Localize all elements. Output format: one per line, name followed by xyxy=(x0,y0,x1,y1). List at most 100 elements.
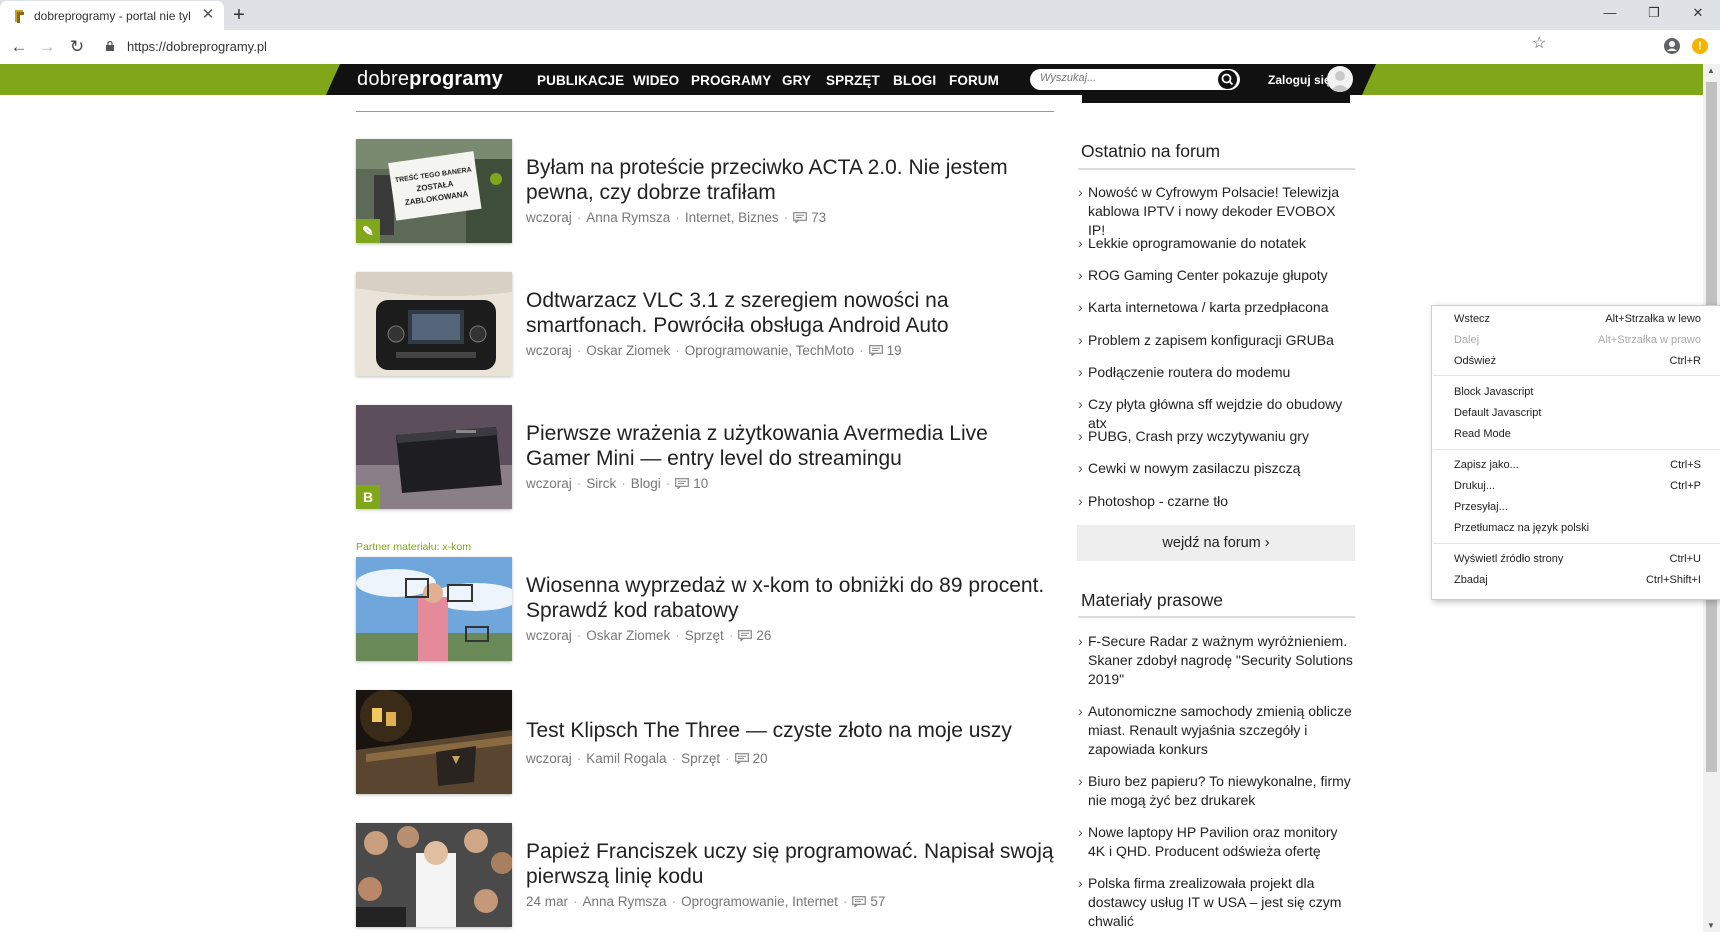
press-item[interactable]: › Biuro bez papieru? To niewykonalne, fir… xyxy=(1078,772,1356,810)
scroll-up-arrow-icon[interactable]: ▲ xyxy=(1707,66,1715,75)
press-item[interactable]: › Autonomiczne samochody zmienią oblicze … xyxy=(1078,702,1356,759)
ctx-item-block-javascript[interactable]: Block Javascript xyxy=(1432,382,1720,402)
article-item[interactable]: B Pierwsze wrażenia z użytkowania Averme… xyxy=(356,405,1056,511)
comment-count[interactable]: 20 xyxy=(753,751,768,766)
partner-label: Partner materiału: x-kom xyxy=(356,541,471,553)
article-category[interactable]: Internet, Biznes xyxy=(685,210,779,225)
article-thumbnail[interactable] xyxy=(356,823,512,927)
article-author[interactable]: Kamil Rogala xyxy=(586,751,666,766)
comment-count[interactable]: 73 xyxy=(811,210,826,225)
forum-item[interactable]: › Lekkie oprogramowanie do notatek xyxy=(1078,234,1356,253)
reload-icon[interactable]: ↻ xyxy=(66,36,88,58)
back-arrow-icon[interactable]: ← xyxy=(8,36,30,58)
ctx-item-print[interactable]: Drukuj... Ctrl+P xyxy=(1432,476,1720,496)
forum-item[interactable]: › Nowość w Cyfrowym Polsacie! Telewizja k… xyxy=(1078,183,1356,240)
site-logo[interactable]: dobreprogramy xyxy=(357,68,503,91)
forum-item[interactable]: › Problem z zapisem konfiguracji GRUBa xyxy=(1078,331,1356,350)
browser-tab[interactable]: dobreprogramy - portal nie tylko o progr… xyxy=(0,1,224,30)
ctx-item-default-javascript[interactable]: Default Javascript xyxy=(1432,403,1720,423)
forum-button[interactable]: wejdź na forum › xyxy=(1077,525,1355,561)
article-item[interactable]: Papież Franciszek uczy się programować. … xyxy=(356,823,1056,929)
ctx-item-back[interactable]: Wstecz Alt+Strzałka w lewo xyxy=(1432,309,1720,329)
minimize-button[interactable]: — xyxy=(1588,0,1632,28)
window-close-button[interactable]: ✕ xyxy=(1676,0,1720,28)
ctx-item-save-as[interactable]: Zapisz jako... Ctrl+S xyxy=(1432,455,1720,475)
article-item[interactable]: Wiosenna wyprzedaż w x-kom to obniżki do… xyxy=(356,557,1056,663)
forum-item[interactable]: › Photoshop - czarne tło xyxy=(1078,492,1356,511)
forum-item[interactable]: › Podłączenie routera do modemu xyxy=(1078,363,1356,382)
article-title[interactable]: Papież Franciszek uczy się programować. … xyxy=(526,839,1056,889)
article-thumbnail[interactable] xyxy=(356,557,512,661)
nav-wideo[interactable]: WIDEO xyxy=(633,73,679,88)
ctx-item-reload[interactable]: Odśwież Ctrl+R xyxy=(1432,351,1720,371)
article-category[interactable]: Blogi xyxy=(631,476,661,491)
article-item[interactable]: Test Klipsch The Three — czyste złoto na… xyxy=(356,690,1056,796)
article-title[interactable]: Byłam na proteście przeciwko ACTA 2.0. N… xyxy=(526,155,1056,205)
press-heading-underline xyxy=(1078,616,1355,618)
tab-close-icon[interactable]: ✕ xyxy=(200,7,216,23)
maximize-button[interactable]: ❐ xyxy=(1632,0,1676,28)
forward-arrow-icon[interactable]: → xyxy=(36,36,58,58)
chevron-right-icon: › xyxy=(1078,824,1083,840)
comment-count[interactable]: 19 xyxy=(887,343,902,358)
article-title[interactable]: Pierwsze wrażenia z użytkowania Avermedi… xyxy=(526,421,1056,471)
nav-forum[interactable]: FORUM xyxy=(949,73,999,88)
article-category[interactable]: Sprzęt xyxy=(681,751,720,766)
ctx-item-translate[interactable]: Przetłumacz na język polski xyxy=(1432,518,1720,538)
ctx-label: Wyświetl źródło strony xyxy=(1454,553,1564,565)
article-thumbnail[interactable] xyxy=(356,690,512,794)
article-author[interactable]: Sirck xyxy=(586,476,616,491)
address-bar[interactable]: https://dobreprogramy.pl xyxy=(96,34,1648,60)
chevron-right-icon: › xyxy=(1078,396,1083,412)
bookmark-star-icon[interactable]: ☆ xyxy=(1532,33,1546,53)
nav-blogi[interactable]: BLOGI xyxy=(893,73,936,88)
extension-icon[interactable]: ! xyxy=(1692,38,1708,54)
press-item[interactable]: › Polska firma zrealizowała projekt dla d… xyxy=(1078,874,1356,931)
ctx-shortcut: Ctrl+U xyxy=(1669,553,1701,565)
search-input[interactable] xyxy=(1040,72,1210,84)
article-item[interactable]: Odtwarzacz VLC 3.1 z szeregiem nowości n… xyxy=(356,272,1056,378)
logo-light: dobre xyxy=(357,68,410,90)
forum-item[interactable]: › ROG Gaming Center pokazuje głupoty xyxy=(1078,266,1356,285)
ctx-item-inspect[interactable]: Zbadaj Ctrl+Shift+I xyxy=(1432,570,1720,590)
article-thumbnail[interactable]: B xyxy=(356,405,512,509)
article-thumbnail[interactable] xyxy=(356,272,512,376)
lock-icon xyxy=(106,41,114,51)
forum-item[interactable]: › Cewki w nowym zasilaczu piszczą xyxy=(1078,459,1356,478)
article-title[interactable]: Odtwarzacz VLC 3.1 z szeregiem nowości n… xyxy=(526,288,1056,338)
ctx-item-view-source[interactable]: Wyświetl źródło strony Ctrl+U xyxy=(1432,549,1720,569)
press-item[interactable]: › Nowe laptopy HP Pavilion oraz monitory … xyxy=(1078,823,1356,861)
login-link[interactable]: Zaloguj się xyxy=(1268,73,1331,87)
avatar[interactable] xyxy=(1327,66,1353,92)
ctx-item-cast[interactable]: Przesyłaj... xyxy=(1432,497,1720,517)
press-item[interactable]: › F-Secure Radar z ważnym wyróżnieniem. S… xyxy=(1078,632,1356,689)
nav-programy[interactable]: PROGRAMY xyxy=(691,73,771,88)
search-button[interactable] xyxy=(1218,70,1237,89)
new-tab-button[interactable]: + xyxy=(228,4,250,26)
nav-sprzet[interactable]: SPRZĘT xyxy=(826,73,880,88)
article-author[interactable]: Oskar Ziomek xyxy=(586,343,670,358)
comment-count[interactable]: 57 xyxy=(870,894,885,909)
article-author[interactable]: Anna Rymsza xyxy=(583,894,667,909)
comment-count[interactable]: 26 xyxy=(756,628,771,643)
comment-count[interactable]: 10 xyxy=(693,476,708,491)
forum-item[interactable]: › PUBG, Crash przy wczytywaniu gry xyxy=(1078,427,1356,446)
article-thumbnail[interactable]: TREŚĆ TEGO BANERA ZOSTAŁA ZABLOKOWANA ✎ xyxy=(356,139,512,243)
article-title[interactable]: Test Klipsch The Three — czyste złoto na… xyxy=(526,718,1056,743)
forum-item[interactable]: › Karta internetowa / karta przedpłacona xyxy=(1078,298,1356,317)
nav-gry[interactable]: GRY xyxy=(782,73,811,88)
ctx-item-read-mode[interactable]: Read Mode xyxy=(1432,424,1720,444)
ctx-label: Zbadaj xyxy=(1454,574,1488,586)
article-category[interactable]: Oprogramowanie, Internet xyxy=(681,894,838,909)
nav-publikacje[interactable]: PUBLIKACJE xyxy=(537,73,624,88)
article-author[interactable]: Oskar Ziomek xyxy=(586,628,670,643)
scroll-down-arrow-icon[interactable]: ▼ xyxy=(1707,921,1715,930)
article-category[interactable]: Oprogramowanie, TechMoto xyxy=(685,343,854,358)
article-item[interactable]: TREŚĆ TEGO BANERA ZOSTAŁA ZABLOKOWANA ✎ … xyxy=(356,139,1056,245)
profile-icon[interactable] xyxy=(1664,38,1680,54)
article-category[interactable]: Sprzęt xyxy=(685,628,724,643)
article-author[interactable]: Anna Rymsza xyxy=(586,210,670,225)
article-title[interactable]: Wiosenna wyprzedaż w x-kom to obniżki do… xyxy=(526,573,1056,623)
article-meta: wczoraj · Kamil Rogala · Sprzęt · 20 xyxy=(526,751,768,766)
ctx-item-forward[interactable]: Dalej Alt+Strzałka w prawo xyxy=(1432,330,1720,350)
